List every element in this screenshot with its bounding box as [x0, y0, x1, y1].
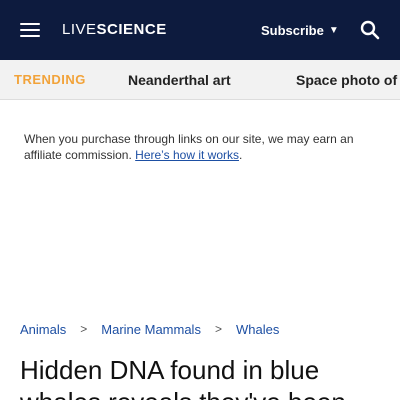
logo-text-live: LIVE — [62, 21, 97, 38]
breadcrumb-animals[interactable]: Animals — [20, 322, 66, 337]
how-it-works-link[interactable]: Here’s how it works — [135, 148, 239, 162]
breadcrumb-whales[interactable]: Whales — [236, 322, 279, 337]
site-header: LIVE SCIENCE Subscribe ▼ — [0, 0, 400, 60]
caret-down-icon: ▼ — [328, 24, 339, 36]
search-icon[interactable] — [360, 20, 380, 40]
subscribe-button[interactable]: Subscribe ▼ — [261, 21, 339, 39]
subscribe-label: Subscribe — [261, 22, 324, 38]
breadcrumb-separator: > — [214, 322, 222, 336]
affiliate-disclaimer: When you purchase through links on our s… — [24, 131, 384, 163]
trending-label: TRENDING — [14, 72, 86, 87]
article-headline: Hidden DNA found in blue whales reveals … — [20, 355, 346, 400]
logo-text-science: SCIENCE — [96, 21, 167, 38]
site-logo[interactable]: LIVE SCIENCE — [62, 20, 167, 40]
breadcrumb-separator: > — [80, 322, 88, 336]
trending-link[interactable]: Neanderthal art — [128, 60, 231, 99]
breadcrumb: Animals > Marine Mammals > Whales — [20, 320, 279, 338]
trending-link[interactable]: Space photo of — [296, 60, 397, 99]
trending-bar: TRENDING Neanderthal art Space photo of — [0, 60, 400, 100]
hamburger-menu-icon[interactable] — [20, 23, 40, 37]
breadcrumb-marine-mammals[interactable]: Marine Mammals — [101, 322, 201, 337]
affiliate-suffix: . — [238, 148, 243, 162]
